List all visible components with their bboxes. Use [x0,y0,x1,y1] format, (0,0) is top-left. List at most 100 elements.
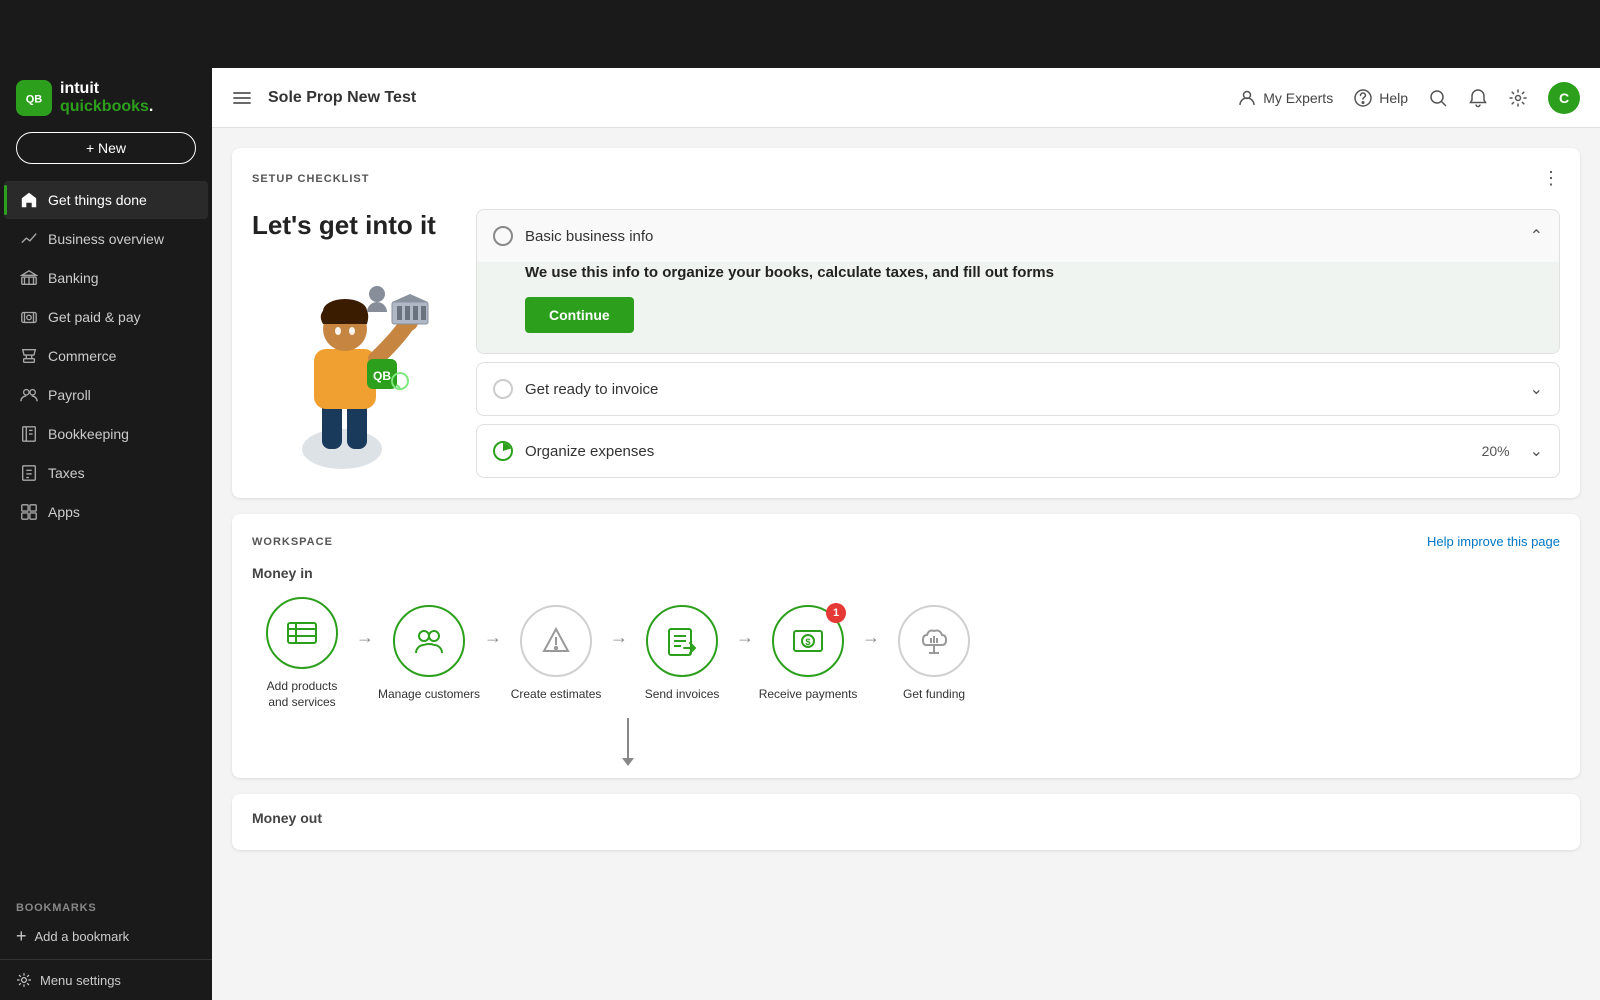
chevron-down-icon: ⌄ [1530,379,1543,399]
sidebar-item-business-overview[interactable]: Business overview [4,220,208,258]
illustration-svg: QB [262,269,442,469]
search-button[interactable] [1428,88,1448,108]
top-bar [0,0,1600,68]
experts-icon [1237,88,1257,108]
workflow-circle [898,605,970,677]
checklist-item-title: Organize expenses [525,443,1470,460]
quickbooks-logo-icon: QB [16,80,52,116]
book-icon [20,425,38,443]
svg-text:$: $ [806,637,811,647]
help-button[interactable]: Help [1353,88,1408,108]
arrow-icon: → [356,627,374,648]
help-icon [1353,88,1373,108]
workflow-label: Create estimates [511,687,602,703]
notifications-button[interactable] [1468,88,1488,108]
workflow-circle [266,597,338,669]
checklist-item-expenses-header[interactable]: Organize expenses 20% ⌄ [477,425,1559,477]
checklist-item-basic-info-header[interactable]: Basic business info ⌃ [477,210,1559,262]
tax-icon [20,464,38,482]
sidebar-item-payroll[interactable]: Payroll [4,376,208,414]
menu-settings-button[interactable]: Menu settings [0,959,212,1000]
checklist-body-text: We use this info to organize your books,… [525,262,1543,283]
money-out-title: Money out [252,810,1560,826]
continue-button[interactable]: Continue [525,297,634,333]
setup-checklist-menu-button[interactable]: ⋮ [1542,168,1560,189]
setup-checklist-label: SETUP CHECKLIST [252,173,369,185]
workflow-circle [393,605,465,677]
payments-icon: $ [790,623,826,659]
vertical-arrow-area [252,710,1560,758]
user-avatar[interactable]: C [1548,82,1580,114]
svg-text:QB: QB [26,94,43,106]
sidebar: QB intuit quickbooks. + New Get things d… [0,68,212,1000]
nav-label: Apps [48,504,80,520]
nav-label: Get paid & pay [48,309,141,325]
estimates-icon [538,623,574,659]
checklist-radio-basic-info [493,226,513,246]
sidebar-item-taxes[interactable]: Taxes [4,454,208,492]
bell-icon [1468,88,1488,108]
svg-text:QB: QB [373,369,391,383]
checklist-radio-invoice [493,379,513,399]
workflow-items: Add products and services → [252,597,1560,710]
sidebar-item-apps[interactable]: Apps [4,493,208,531]
bank-icon [20,269,38,287]
help-improve-link[interactable]: Help improve this page [1427,534,1560,549]
workflow-label: Get funding [903,687,965,703]
header: Sole Prop New Test My Experts Help [212,68,1600,128]
search-icon [1428,88,1448,108]
workflow-label: Add products and services [267,679,338,710]
workspace-label: WORKSPACE [252,536,333,548]
logo-text: intuit quickbooks. [60,80,196,116]
nav-label: Bookkeeping [48,426,129,442]
workflow-circle [646,605,718,677]
checklist-item-basic-info: Basic business info ⌃ We use this info t… [476,209,1560,354]
apps-icon [20,503,38,521]
workflow-circle [520,605,592,677]
hamburger-icon[interactable] [232,88,252,108]
arrow-icon: → [484,627,502,648]
workflow-item-add-products[interactable]: Add products and services [252,597,352,710]
gear-icon [16,972,32,988]
add-bookmark-label: Add a bookmark [35,929,130,944]
setup-illustration: Let's get into it [252,209,452,478]
my-experts-button[interactable]: My Experts [1237,88,1333,108]
checklist-item-invoice-header[interactable]: Get ready to invoice ⌄ [477,363,1559,415]
nav-label: Business overview [48,231,164,247]
nav-label: Taxes [48,465,85,481]
help-label: Help [1379,90,1408,106]
add-bookmark-button[interactable]: + Add a bookmark [16,922,196,951]
customers-icon [411,623,447,659]
checklist-radio-expenses [493,441,513,461]
checklist-item-invoice: Get ready to invoice ⌄ [476,362,1560,416]
sidebar-item-commerce[interactable]: Commerce [4,337,208,375]
checklist-pct: 20% [1482,443,1510,459]
invoices-icon [664,623,700,659]
header-actions: My Experts Help [1237,82,1580,114]
page-title: Sole Prop New Test [268,89,1221,107]
sidebar-item-bookkeeping[interactable]: Bookkeeping [4,415,208,453]
settings-button[interactable] [1508,88,1528,108]
checklist-item-expenses: Organize expenses 20% ⌄ [476,424,1560,478]
new-button[interactable]: + New [16,132,196,164]
funding-icon [916,623,952,659]
sidebar-item-banking[interactable]: Banking [4,259,208,297]
sidebar-item-get-paid-pay[interactable]: Get paid & pay [4,298,208,336]
money-out-card: Money out [232,794,1580,850]
checklist-item-body: We use this info to organize your books,… [477,262,1559,353]
workflow-item-get-funding[interactable]: Get funding [884,605,984,703]
my-experts-label: My Experts [1263,90,1333,106]
workflow-item-manage-customers[interactable]: Manage customers [378,605,480,703]
checklist-item-title: Basic business info [525,228,1518,245]
money-in-title: Money in [252,565,1560,581]
arrow-icon: → [610,627,628,648]
workflow-item-create-estimates[interactable]: Create estimates [506,605,606,703]
workflow-item-send-invoices[interactable]: Send invoices [632,605,732,703]
workflow-label: Send invoices [645,687,720,703]
nav-label: Payroll [48,387,91,403]
workflow-item-receive-payments[interactable]: $ 1 Receive payments [758,605,858,703]
sidebar-item-get-things-done[interactable]: Get things done [4,181,208,219]
sidebar-logo: QB intuit quickbooks. [0,80,212,132]
nav-label: Commerce [48,348,116,364]
chevron-down-icon: ⌄ [1530,441,1543,461]
